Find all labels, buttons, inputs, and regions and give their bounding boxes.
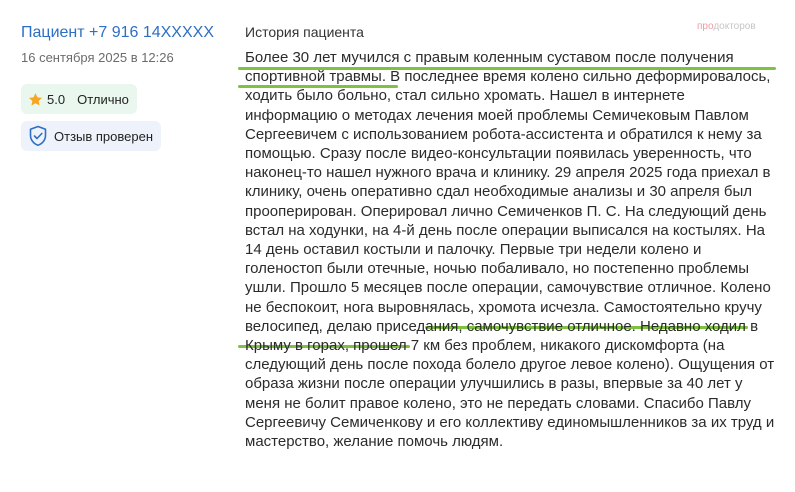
rating-value: 5.0 [47, 91, 66, 107]
logo-part-2: докторов [713, 21, 756, 32]
rating-badge: 5.0 Отлично [21, 84, 137, 114]
star-icon [28, 92, 43, 105]
review-text: Более 30 лет мучился с правым коленным с… [245, 48, 775, 451]
review-body: Самостоятельно кручу велосипед, делаю пр… [245, 298, 775, 451]
shield-check-icon [29, 125, 47, 146]
review-body: В последнее время колено сильно деформир… [245, 68, 771, 297]
verified-label: Отзыв проверен [54, 128, 154, 144]
logo-part-1: про [697, 21, 714, 32]
section-title: История пациента [245, 24, 364, 40]
patient-name-link[interactable]: Пациент +7 916 14XXXXX [21, 24, 214, 42]
rating-label: Отлично [77, 91, 129, 107]
verified-badge: Отзыв проверен [21, 121, 162, 151]
review-date: 16 сентября 2025 в 12:26 [21, 50, 174, 65]
prodoctorov-logo: продокторов [697, 21, 756, 32]
